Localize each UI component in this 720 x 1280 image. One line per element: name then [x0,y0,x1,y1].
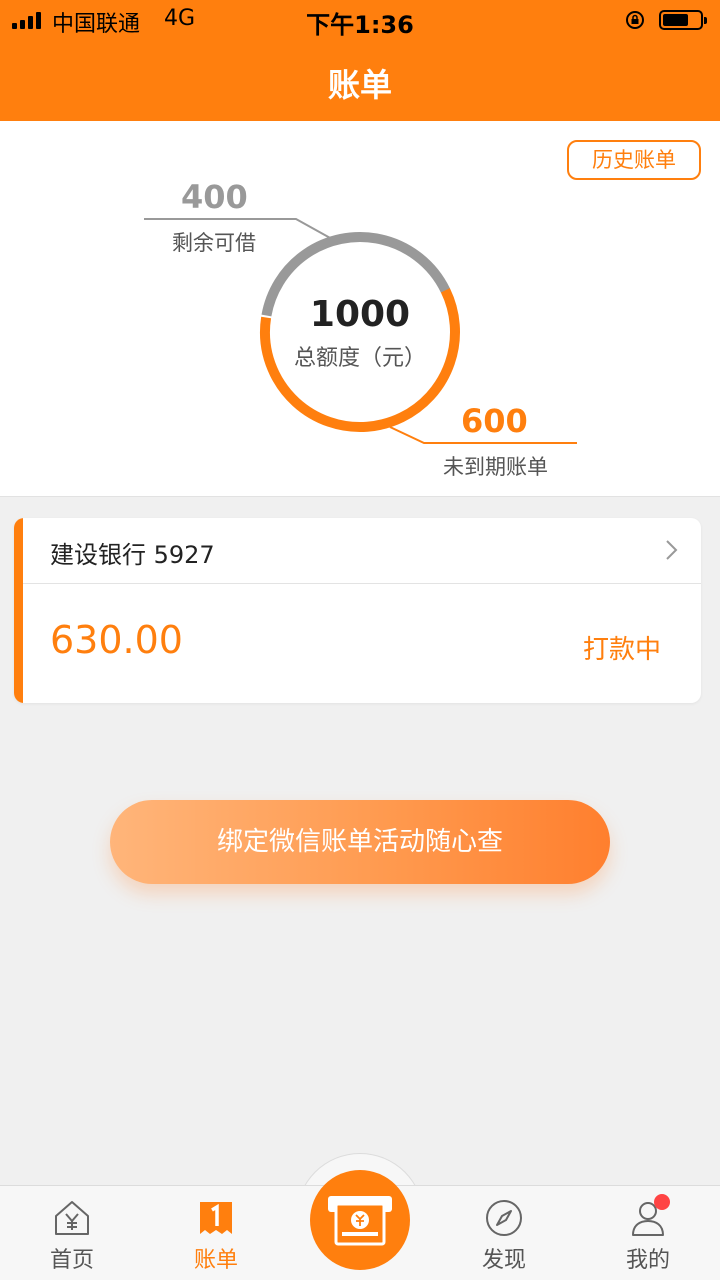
rotation-lock-icon [626,11,644,29]
status-time: 下午1:36 [306,11,414,39]
total-label: 总额度（元） [293,346,426,371]
bill-amount: 630.00 [50,618,183,662]
bill-icon [200,1202,232,1234]
tab-mine-label: 我的 [625,1248,670,1273]
tab-home-label: 首页 [49,1248,94,1273]
cash-center-button[interactable] [310,1170,410,1270]
notification-badge [654,1194,670,1210]
cash-icon [328,1196,392,1246]
compass-icon [486,1200,522,1236]
total-amount: 1000 [309,294,411,335]
credit-summary: 历史账单 400 剩余可借 1000 总额度（元） 600 未到期账单 [0,121,720,497]
bill-status: 打款中 [582,635,661,665]
tab-bills-label: 账单 [193,1248,238,1273]
tab-mine[interactable]: 我的 [588,1186,708,1280]
bill-card[interactable]: 建设银行 5927 630.00 打款中 [14,518,701,703]
bank-account: 建设银行 5927 [50,541,215,569]
tab-discover[interactable]: 发现 [444,1186,564,1280]
card-accent-bar [14,518,23,703]
battery-icon [659,10,707,30]
tab-discover-label: 发现 [481,1248,526,1273]
tab-home[interactable]: 首页 [12,1186,132,1280]
status-bar: 中国联通 4G 下午1:36 [0,0,720,40]
tab-bills[interactable]: 账单 [156,1186,276,1280]
unpaid-amount: 600 [461,402,528,440]
bill-card-header[interactable]: 建设银行 5927 [23,518,701,584]
chevron-right-icon [666,540,678,560]
unpaid-label: 未到期账单 [443,455,548,479]
top-bar: 中国联通 4G 下午1:36 账单 [0,0,720,121]
bind-wechat-button[interactable]: 绑定微信账单活动随心查 [110,800,610,884]
remaining-label: 剩余可借 [172,231,256,255]
page-title: 账单 [327,66,392,104]
home-yen-icon [55,1201,89,1235]
remaining-amount: 400 [181,178,248,216]
